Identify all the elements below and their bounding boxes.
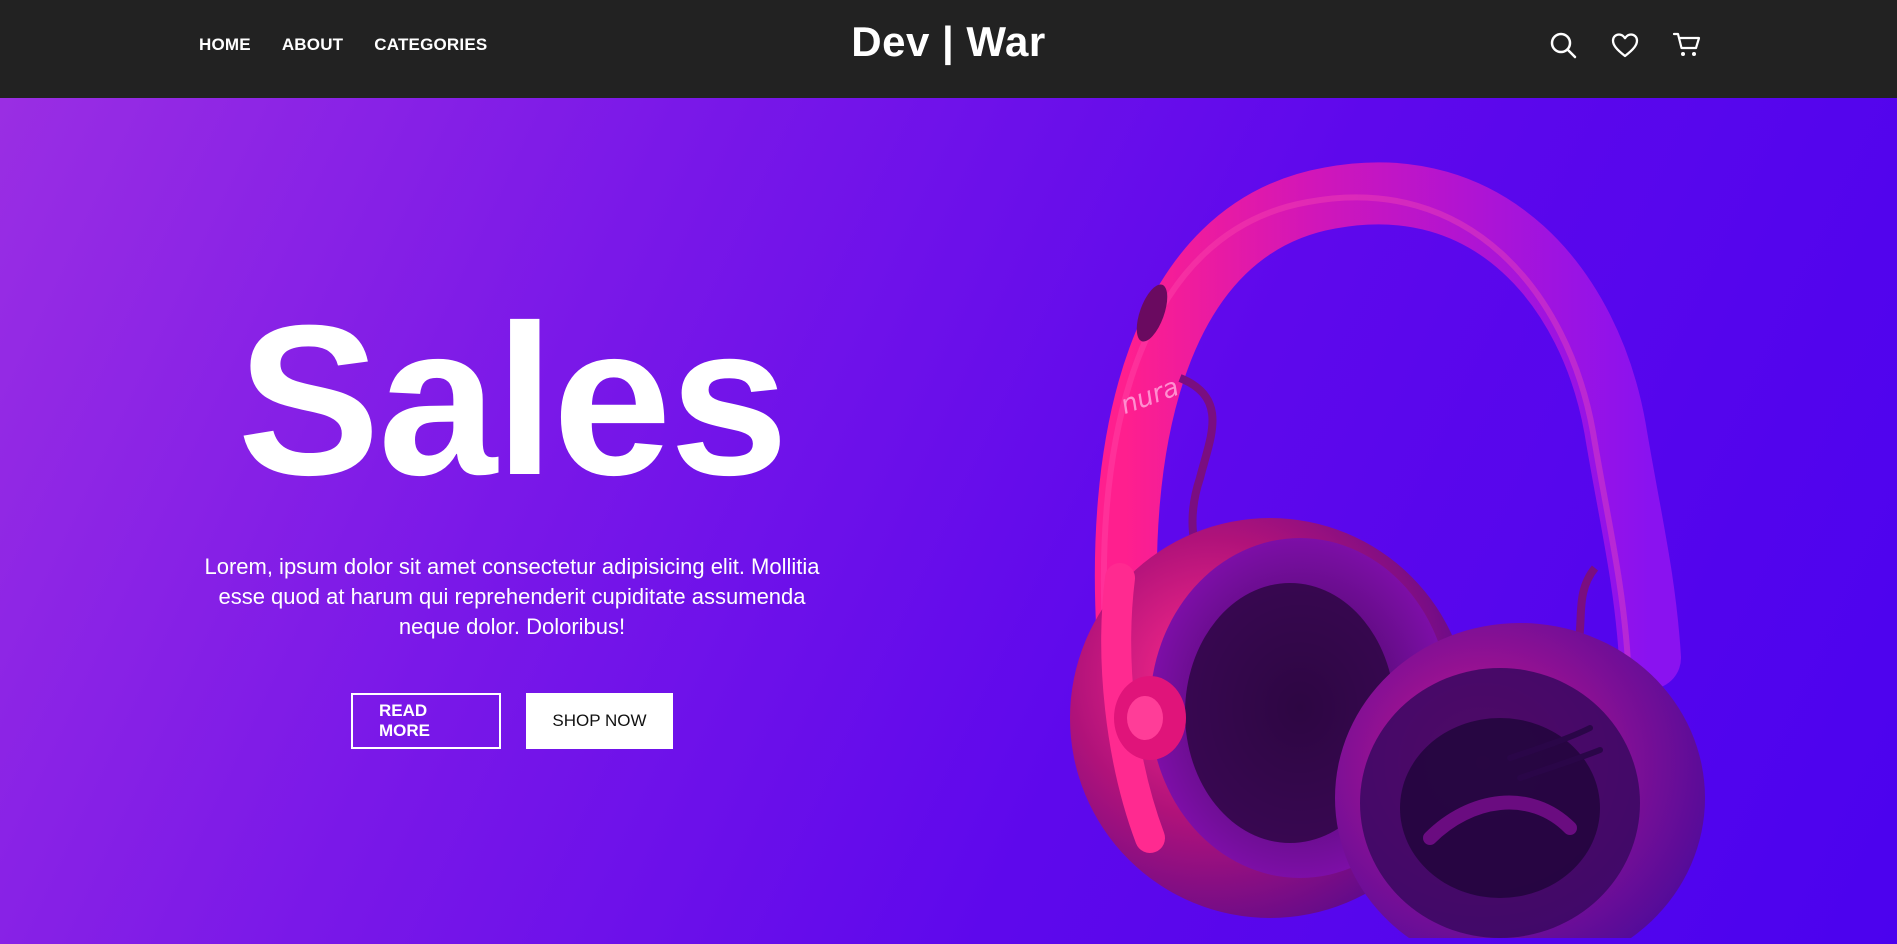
heart-icon[interactable] (1610, 30, 1640, 60)
search-icon[interactable] (1548, 30, 1578, 60)
cart-icon[interactable] (1672, 30, 1702, 60)
read-more-button[interactable]: READ MORE (351, 693, 501, 749)
hero-description: Lorem, ipsum dolor sit amet consectetur … (204, 554, 820, 639)
navbar: HOME ABOUT CATEGORIES Dev | War (0, 0, 1897, 98)
hero-buttons: READ MORE SHOP NOW (351, 693, 673, 749)
headphones-image: nura (1070, 162, 1705, 938)
hero-title: Sales (237, 281, 788, 520)
shop-now-button[interactable]: SHOP NOW (526, 693, 673, 749)
nav-icons (1548, 30, 1702, 60)
hero-section: Sales Lorem, ipsum dolor sit amet consec… (0, 98, 1897, 944)
